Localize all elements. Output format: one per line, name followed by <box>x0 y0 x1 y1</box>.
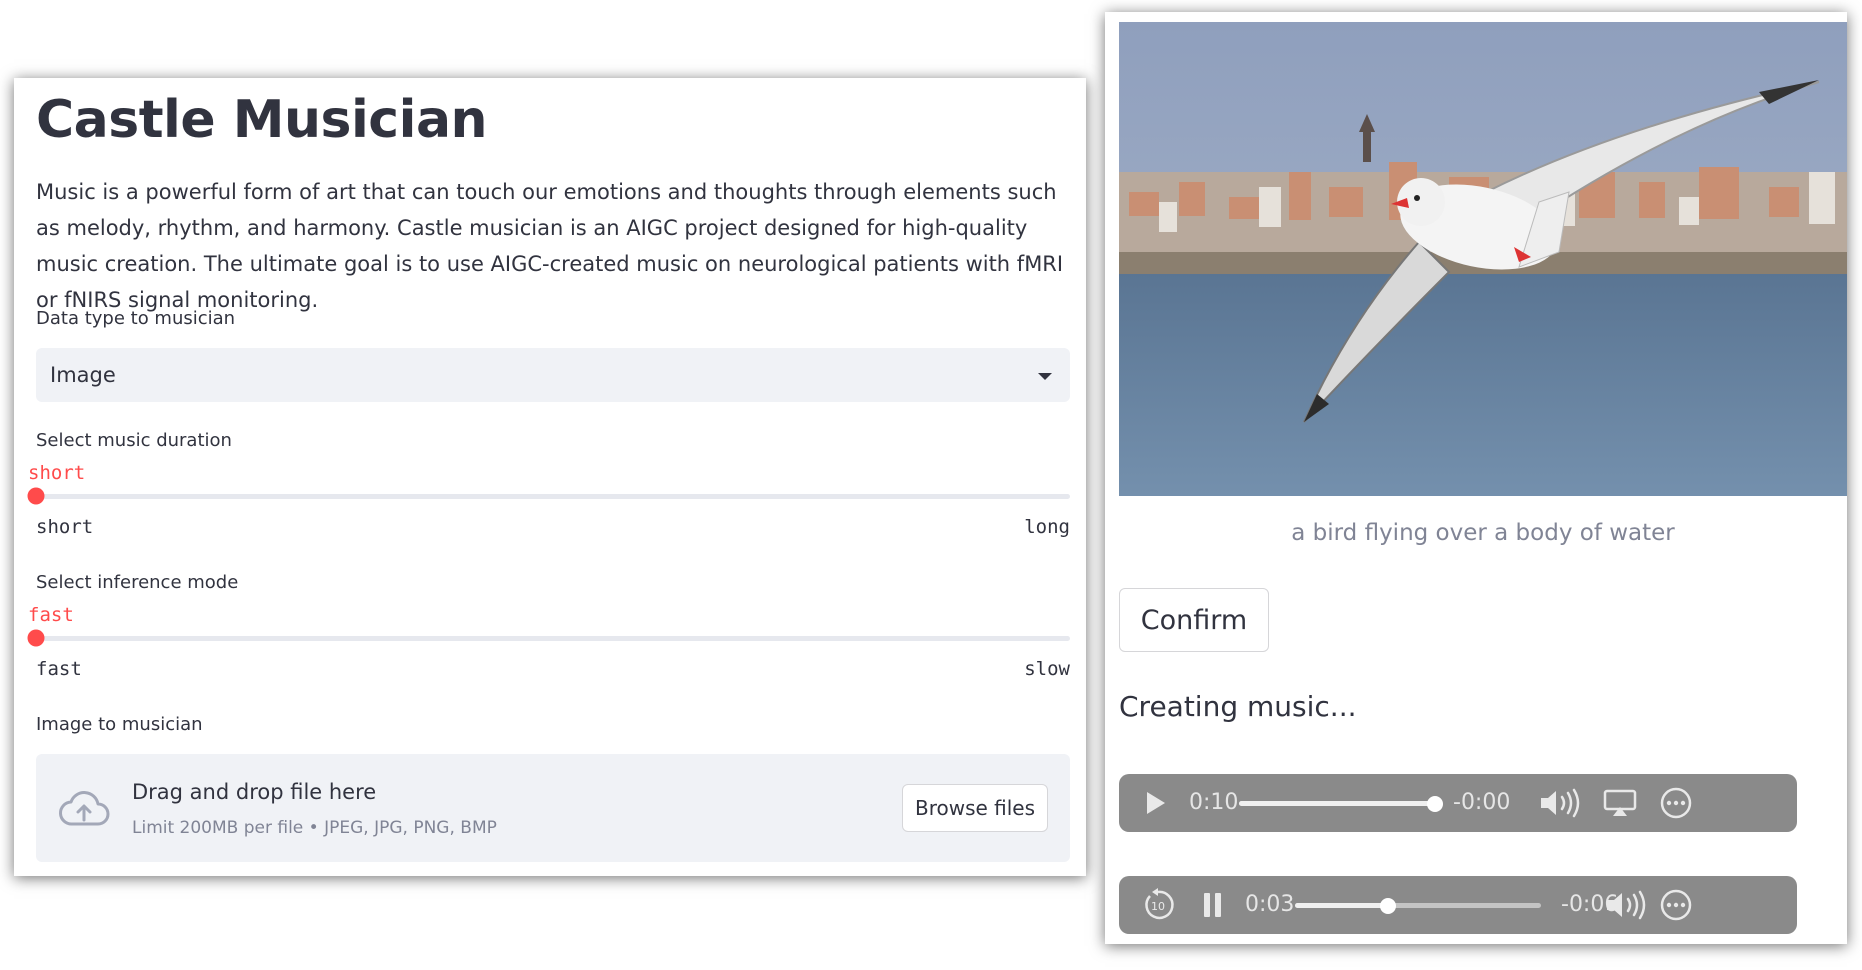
dropzone-limits: Limit 200MB per file • JPEG, JPG, PNG, B… <box>132 818 497 838</box>
duration-slider-track[interactable] <box>27 487 1070 505</box>
inference-slider-track[interactable] <box>27 629 1070 647</box>
app-description: Music is a powerful form of art that can… <box>36 180 1064 312</box>
player-1-scrubber[interactable] <box>1427 796 1443 812</box>
file-dropzone[interactable]: Drag and drop file here Limit 200MB per … <box>36 754 1070 862</box>
audio-player-2: 10 0:03 -0:06 <box>1119 876 1797 934</box>
status-text: Creating music... <box>1119 690 1357 723</box>
play-icon[interactable] <box>1141 788 1169 818</box>
airplay-icon[interactable] <box>1603 788 1637 818</box>
inference-max-label: slow <box>1024 658 1070 680</box>
more-icon[interactable] <box>1659 786 1693 820</box>
replay-10-icon[interactable]: 10 <box>1141 888 1175 922</box>
player-1-elapsed: 0:10 <box>1189 790 1239 815</box>
volume-icon[interactable] <box>1605 890 1649 920</box>
browse-files-button[interactable]: Browse files <box>902 784 1048 832</box>
player-2-progress-bar[interactable] <box>1295 903 1541 908</box>
player-2-progress-fill <box>1295 903 1389 908</box>
volume-icon[interactable] <box>1539 788 1583 818</box>
result-panel: a bird flying over a body of water Confi… <box>1105 12 1847 944</box>
chevron-down-icon <box>1038 373 1052 380</box>
audio-player-1: 0:10 -0:00 <box>1119 774 1797 832</box>
page-title: Castle Musician <box>36 90 488 150</box>
duration-current-value: short <box>28 462 86 484</box>
duration-label: Select music duration <box>36 430 232 451</box>
player-2-scrubber[interactable] <box>1380 898 1397 914</box>
inference-current-value: fast <box>28 604 74 626</box>
player-1-remaining: -0:00 <box>1453 790 1511 815</box>
dropzone-title: Drag and drop file here <box>132 780 377 804</box>
inference-min-label: fast <box>36 658 82 680</box>
duration-max-label: long <box>1024 516 1070 538</box>
duration-min-label: short <box>36 516 94 538</box>
confirm-button[interactable]: Confirm <box>1119 588 1269 652</box>
svg-text:10: 10 <box>1151 900 1165 913</box>
bird-photo <box>1119 22 1847 496</box>
more-icon[interactable] <box>1659 888 1693 922</box>
inference-slider-thumb[interactable] <box>27 629 45 647</box>
image-caption: a bird flying over a body of water <box>1291 520 1675 546</box>
player-2-elapsed: 0:03 <box>1245 892 1295 917</box>
data-type-selected-value: Image <box>50 363 116 387</box>
inference-label: Select inference mode <box>36 572 239 593</box>
player-1-progress-bar[interactable] <box>1239 801 1435 806</box>
uploaded-image <box>1119 22 1847 496</box>
data-type-label: Data type to musician <box>36 308 236 329</box>
cloud-upload-icon <box>59 791 110 826</box>
duration-slider-thumb[interactable] <box>27 487 45 505</box>
player-1-progress-fill <box>1239 801 1435 806</box>
pause-icon[interactable] <box>1201 890 1225 920</box>
uploader-label: Image to musician <box>36 714 203 735</box>
data-type-select[interactable]: Image <box>36 348 1070 402</box>
